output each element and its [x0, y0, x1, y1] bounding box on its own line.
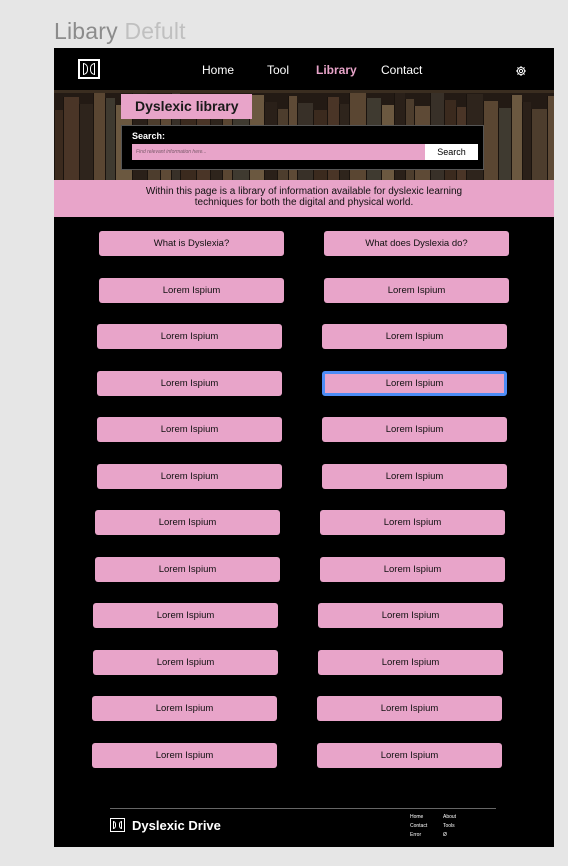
- gear-icon[interactable]: [515, 65, 527, 77]
- footer-link-home[interactable]: Home: [410, 813, 427, 822]
- footer-brand: Dyslexic Drive: [132, 818, 221, 833]
- dyslexic-drive-logo-icon[interactable]: [78, 59, 100, 79]
- footer-divider: [110, 808, 496, 809]
- topic-button[interactable]: Lorem Ispium: [93, 603, 278, 628]
- topic-button[interactable]: Lorem Ispium: [97, 417, 282, 442]
- search-panel: Search: Search: [121, 125, 484, 170]
- hero-banner: Dyslexic library Search: Search: [54, 90, 554, 180]
- book-spine: [511, 95, 522, 180]
- nav-contact-link[interactable]: Contact: [381, 63, 422, 77]
- footer-link-extra[interactable]: Ø: [443, 831, 456, 840]
- topic-button[interactable]: Lorem Ispium: [99, 278, 284, 303]
- topic-button[interactable]: Lorem Ispium: [317, 696, 502, 721]
- book-spine: [105, 98, 115, 180]
- topic-button[interactable]: Lorem Ispium: [322, 324, 507, 349]
- topic-button[interactable]: Lorem Ispium: [322, 371, 507, 396]
- book-spine: [547, 96, 554, 180]
- topic-button[interactable]: What is Dyslexia?: [99, 231, 284, 256]
- nav-tool-link[interactable]: Tool: [267, 63, 289, 77]
- topic-button[interactable]: Lorem Ispium: [324, 278, 509, 303]
- topic-button[interactable]: Lorem Ispium: [97, 324, 282, 349]
- book-spine: [93, 91, 105, 180]
- topic-button[interactable]: Lorem Ispium: [322, 417, 507, 442]
- book-spine: [522, 102, 531, 180]
- topic-button[interactable]: Lorem Ispium: [317, 743, 502, 768]
- shelf-edge: [54, 90, 554, 93]
- book-spine: [79, 104, 93, 180]
- frame-title-variant: Defult: [124, 18, 186, 44]
- frame-title: Libary Defult: [54, 18, 186, 45]
- footer-links-col-2: About Tools Ø: [443, 813, 456, 840]
- footer-link-about[interactable]: About: [443, 813, 456, 822]
- footer-link-error[interactable]: Error: [410, 831, 427, 840]
- topic-button[interactable]: Lorem Ispium: [97, 371, 282, 396]
- search-button[interactable]: Search: [425, 144, 478, 160]
- topic-button[interactable]: Lorem Ispium: [92, 743, 277, 768]
- search-input[interactable]: [132, 144, 425, 160]
- footer-logo-icon[interactable]: [110, 818, 125, 832]
- nav-library-link[interactable]: Library: [316, 63, 357, 77]
- nav-home-link[interactable]: Home: [202, 63, 234, 77]
- topic-button[interactable]: Lorem Ispium: [318, 603, 503, 628]
- topic-button[interactable]: Lorem Ispium: [320, 557, 505, 582]
- topic-button[interactable]: What does Dyslexia do?: [324, 231, 509, 256]
- library-page: Home Tool Library Contact Dyslexic libra…: [54, 48, 554, 847]
- footer-link-tools[interactable]: Tools: [443, 822, 456, 831]
- topic-button[interactable]: Lorem Ispium: [320, 510, 505, 535]
- footer-link-contact[interactable]: Contact: [410, 822, 427, 831]
- book-spine: [498, 108, 511, 180]
- book-spine: [531, 109, 547, 180]
- intro-text: Within this page is a library of informa…: [145, 186, 463, 208]
- intro-band: Within this page is a library of informa…: [54, 180, 554, 217]
- topic-button[interactable]: Lorem Ispium: [95, 510, 280, 535]
- topic-button[interactable]: Lorem Ispium: [92, 696, 277, 721]
- topic-button[interactable]: Lorem Ispium: [97, 464, 282, 489]
- book-spine: [54, 110, 63, 180]
- page-title: Dyslexic library: [121, 94, 252, 119]
- book-spine: [63, 97, 79, 180]
- footer-links-col-1: Home Contact Error: [410, 813, 427, 840]
- topic-button[interactable]: Lorem Ispium: [95, 557, 280, 582]
- top-nav: Home Tool Library Contact: [54, 48, 554, 90]
- frame-title-name: Libary: [54, 18, 118, 44]
- book-spine: [483, 101, 498, 180]
- topic-button[interactable]: Lorem Ispium: [322, 464, 507, 489]
- topic-button[interactable]: Lorem Ispium: [318, 650, 503, 675]
- search-label: Search:: [132, 131, 166, 141]
- topic-button[interactable]: Lorem Ispium: [93, 650, 278, 675]
